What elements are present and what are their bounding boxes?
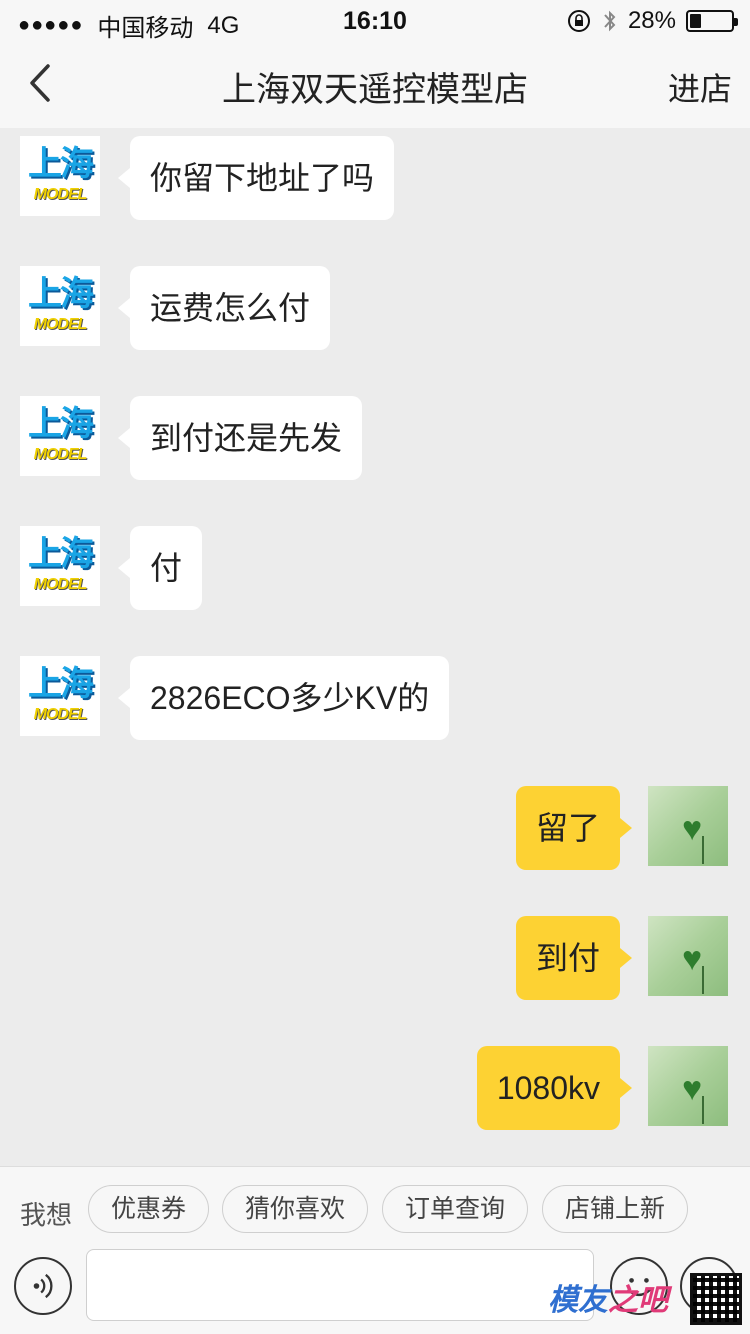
watermark-text-accent: 之吧 [608, 1284, 668, 1317]
avatar-logo-text: 上海 [28, 405, 94, 443]
battery-fill [690, 14, 701, 28]
status-right: 28% [566, 7, 738, 35]
avatar-logo-text: 上海 [28, 275, 94, 313]
shop-avatar[interactable]: 上海 MODEL [20, 136, 100, 216]
shop-avatar[interactable]: 上海 MODEL [20, 656, 100, 736]
heart-icon: ♥ [682, 810, 703, 848]
user-avatar[interactable]: ♥ [648, 916, 728, 996]
shop-avatar[interactable]: 上海 MODEL [20, 526, 100, 606]
outgoing-message-bubble[interactable]: 留了 [515, 786, 633, 870]
avatar-logo-subtext: MODEL [33, 576, 88, 593]
enter-shop-button[interactable]: 进店 [668, 64, 732, 110]
tree-stem [702, 1096, 704, 1124]
quick-reply-recommend[interactable]: 猜你喜欢 [222, 1185, 369, 1233]
user-avatar[interactable]: ♥ [648, 786, 728, 866]
heart-icon: ♥ [682, 940, 703, 978]
avatar-logo-text: 上海 [28, 665, 94, 703]
avatar-logo-text: 上海 [28, 535, 94, 573]
incoming-message-bubble[interactable]: 2826ECO多少KV的 [117, 656, 450, 740]
tree-stem [702, 836, 704, 864]
shop-avatar[interactable]: 上海 MODEL [20, 396, 100, 476]
message-input[interactable] [86, 1249, 594, 1321]
incoming-message-bubble[interactable]: 付 [117, 526, 203, 610]
avatar-logo-text: 上海 [28, 145, 94, 183]
page-title: 上海双天遥控模型店 [222, 71, 528, 109]
chat-list[interactable]: 上海 MODEL 你留下地址了吗 上海 MODEL 运费怎么付 上海 MODEL… [0, 128, 750, 1166]
watermark-text: 模友 [548, 1284, 608, 1317]
avatar-logo-subtext: MODEL [33, 706, 88, 723]
user-avatar[interactable]: ♥ [648, 1046, 728, 1126]
watermark-logo: 模友之吧 [548, 1275, 668, 1319]
battery-percent: 28% [627, 7, 676, 34]
qr-code-icon [690, 1273, 742, 1325]
nav-bar: 上海双天遥控模型店 进店 [0, 40, 750, 128]
incoming-message-bubble[interactable]: 运费怎么付 [117, 266, 331, 350]
status-bar: ●●●●● 中国移动 4G 16:10 28% [0, 0, 750, 42]
rotation-lock-icon [567, 10, 590, 32]
bluetooth-icon [604, 10, 616, 32]
avatar-logo-subtext: MODEL [33, 446, 88, 463]
tree-stem [702, 966, 704, 994]
quick-reply-coupon[interactable]: 优惠券 [88, 1185, 210, 1233]
quick-reply-new-arrivals[interactable]: 店铺上新 [542, 1185, 689, 1233]
shop-avatar[interactable]: 上海 MODEL [20, 266, 100, 346]
incoming-message-bubble[interactable]: 到付还是先发 [117, 396, 363, 480]
outgoing-message-bubble[interactable]: 到付 [515, 916, 633, 1000]
quick-reply-order-query[interactable]: 订单查询 [382, 1185, 529, 1233]
battery-icon [686, 10, 738, 32]
heart-icon: ♥ [682, 1070, 703, 1108]
bottom-panel: 我想 优惠券 猜你喜欢 订单查询 店铺上新 模友之吧 [0, 1166, 750, 1334]
incoming-message-bubble[interactable]: 你留下地址了吗 [117, 136, 395, 220]
voice-icon[interactable] [14, 1257, 72, 1315]
quick-reply-label: 我想 [20, 1200, 73, 1230]
avatar-logo-subtext: MODEL [33, 316, 88, 333]
outgoing-message-bubble[interactable]: 1080kv [476, 1046, 633, 1130]
avatar-logo-subtext: MODEL [33, 186, 88, 203]
